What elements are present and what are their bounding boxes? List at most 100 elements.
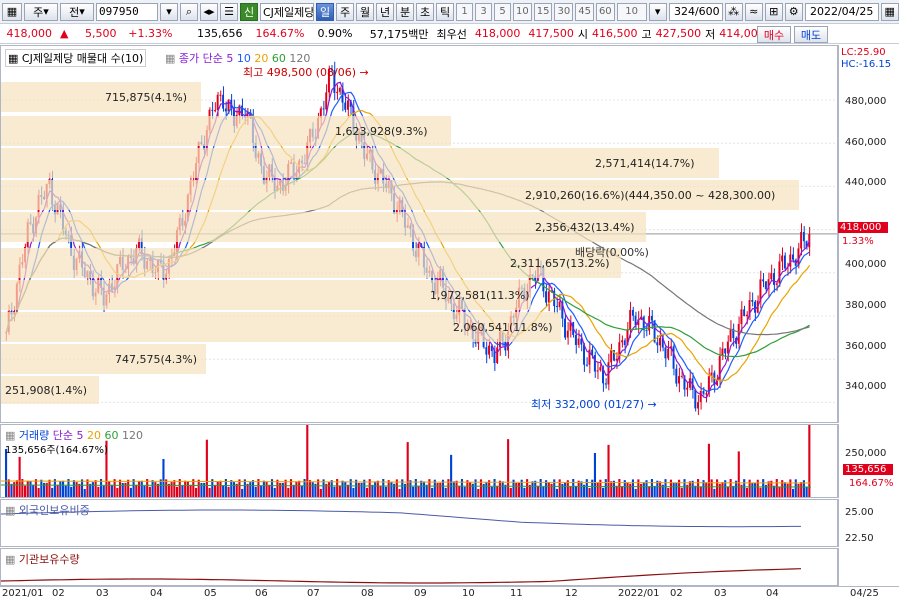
- buy-button[interactable]: 매수: [757, 26, 791, 43]
- volume-bar: [792, 488, 795, 497]
- volume-bar: [800, 482, 803, 497]
- candle-body: [593, 355, 596, 372]
- interval-5[interactable]: 5: [494, 2, 511, 21]
- volume-bar: [417, 485, 420, 497]
- volume-bar: [110, 484, 113, 497]
- volume-bar: [363, 479, 366, 497]
- price-rate: +1.33%: [128, 27, 173, 40]
- profile-bar-4: 2,910,260(16.6%)(444,350.00 ~ 428,300.00…: [1, 180, 799, 210]
- open-price: 416,500: [591, 27, 638, 40]
- volume-bar: [13, 482, 16, 497]
- inst-icon: ▦: [5, 553, 19, 566]
- profile-bar-9: 747,575(4.3%): [1, 344, 206, 374]
- candle-body: [336, 91, 338, 93]
- candle-body: [792, 254, 794, 260]
- stock-name: CJ제일제당: [260, 2, 314, 21]
- period-week[interactable]: 주: [336, 2, 354, 21]
- interval-3[interactable]: 3: [475, 2, 492, 21]
- candle-body: [604, 383, 607, 385]
- volume-bar: [306, 425, 309, 497]
- period-year[interactable]: 년: [376, 2, 394, 21]
- indicator-icon[interactable]: ≈: [744, 2, 763, 21]
- bid-price-1: 418,000: [474, 27, 521, 40]
- institution-holding-chart[interactable]: ▦ 기관보유수량: [0, 548, 838, 586]
- volume-bar: [555, 488, 559, 497]
- interval-custom[interactable]: 10: [616, 2, 647, 21]
- type-select[interactable]: 주 ▾: [24, 2, 58, 21]
- interval-30[interactable]: 30: [554, 2, 574, 21]
- volume-bar: [189, 484, 192, 497]
- volume-bar: [222, 485, 225, 497]
- bid-price-2: 417,500: [528, 27, 574, 40]
- period-day[interactable]: 일: [316, 2, 334, 21]
- period-second[interactable]: 초: [416, 2, 434, 21]
- vol-tick-250000: 250,000: [845, 448, 887, 459]
- volume-bar: [151, 480, 154, 497]
- volume-bar: [94, 480, 97, 497]
- stock-code-input[interactable]: 097950: [96, 2, 158, 21]
- volume-bar: [436, 482, 439, 497]
- search-icon[interactable]: ⌕: [180, 2, 198, 21]
- price-axis: LC:25.90 HC:-16.15 480,000 460,000 440,0…: [838, 45, 899, 423]
- type-label: 주: [33, 5, 44, 19]
- interval-10[interactable]: 10: [513, 2, 532, 21]
- period-month[interactable]: 월: [356, 2, 374, 21]
- candle-body: [764, 281, 767, 290]
- volume-bar: [243, 479, 246, 497]
- interval-dropdown-icon[interactable]: ▾: [648, 2, 667, 21]
- interval-15[interactable]: 15: [533, 2, 553, 21]
- volume-bar: [618, 479, 621, 497]
- volume-bar: [615, 485, 618, 497]
- sell-button[interactable]: 매도: [794, 26, 828, 43]
- period-tick[interactable]: 틱: [436, 2, 454, 21]
- price-chart[interactable]: 715,875(4.1%) 1,623,928(9.3%) 2,571,414(…: [0, 45, 838, 423]
- chart-type-icon[interactable]: ⁂: [724, 2, 743, 21]
- volume-bar: [534, 480, 537, 497]
- volume-bar: [205, 439, 208, 497]
- foreign-ownership-chart[interactable]: ▦ 외국인보유비중: [0, 499, 838, 547]
- up-arrow-icon: ▲: [60, 27, 69, 40]
- candle-body: [344, 102, 347, 110]
- volume-bar: [420, 480, 423, 497]
- grid-menu-icon[interactable]: ▦: [2, 2, 22, 21]
- bar-count[interactable]: 324/600: [668, 2, 723, 21]
- period-minute[interactable]: 분: [396, 2, 414, 21]
- volume-bar: [542, 486, 545, 497]
- volume-bar: [716, 479, 719, 497]
- prev-select[interactable]: 전 ▾: [60, 2, 94, 21]
- candle-body: [623, 340, 626, 346]
- volume-bar: [216, 481, 219, 497]
- nav-prev-icon[interactable]: ◂▸: [200, 2, 218, 21]
- zoom-icon[interactable]: ⊞: [764, 2, 783, 21]
- volume-bar: [135, 484, 138, 497]
- interval-1[interactable]: 1: [456, 2, 473, 21]
- volume-bar: [439, 482, 442, 497]
- institution-holding-line: [1, 568, 802, 584]
- candle-body: [726, 341, 729, 354]
- low-marker-text: 최저 332,000 (01/27): [531, 398, 645, 411]
- volume-bar: [710, 479, 713, 497]
- code-dropdown-icon[interactable]: ▾: [160, 2, 178, 21]
- low-label: 저: [705, 27, 716, 41]
- volume-bar: [219, 480, 222, 497]
- date-input[interactable]: 2022/04/25: [804, 2, 879, 21]
- volume-bar: [398, 488, 401, 497]
- x-tick-2021-01: 2021/01: [2, 588, 44, 599]
- list-icon[interactable]: ☰: [220, 2, 238, 21]
- x-tick-02b: 02: [670, 588, 683, 599]
- volume-chart[interactable]: ▦ 거래량 단순 5 20 60 120 135,656주(164.67%): [0, 424, 838, 498]
- volume-bar: [140, 480, 143, 497]
- calendar-icon[interactable]: ▦: [880, 2, 899, 21]
- volume-bar: [116, 487, 119, 497]
- inst-axis: [838, 548, 899, 586]
- volume-bar: [444, 487, 447, 497]
- volume-bar: [23, 485, 27, 497]
- interval-60[interactable]: 60: [595, 2, 615, 21]
- volume-bar: [273, 487, 276, 497]
- settings-icon[interactable]: ⚙: [784, 2, 803, 21]
- volume-bar: [450, 454, 453, 497]
- candle-body: [325, 92, 328, 110]
- interval-45[interactable]: 45: [575, 2, 594, 21]
- volume-bar: [650, 479, 653, 497]
- volume-bar: [276, 479, 279, 497]
